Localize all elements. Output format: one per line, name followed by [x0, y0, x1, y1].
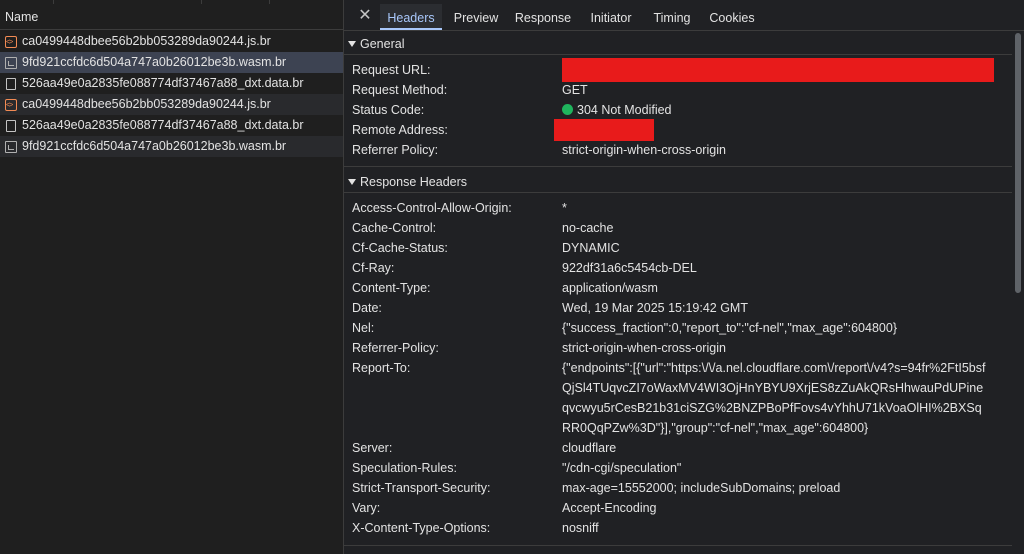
request-row-selected[interactable]: 9fd921ccfdc6d504a747a0b26012be3b.wasm.br	[0, 52, 343, 73]
header-value: max-age=15552000; includeSubDomains; pre…	[562, 481, 841, 495]
request-name: 526aa49e0a2835fe088774df37467a88_dxt.dat…	[22, 76, 304, 90]
status-ok-icon	[562, 104, 573, 116]
header-value: strict-origin-when-cross-origin	[562, 341, 726, 355]
close-icon[interactable]: ✕	[356, 7, 374, 25]
wasm-file-icon	[5, 140, 17, 153]
scrollbar-thumb[interactable]	[1015, 33, 1021, 293]
request-list-panel: Name ca0499448dbee56b2bb053289da90244.js…	[0, 0, 344, 554]
header-value: 922df31a6c5454cb-DEL	[562, 261, 697, 275]
tab-initiator[interactable]: Initiator	[583, 4, 639, 30]
header-key: Content-Type:	[352, 281, 431, 295]
header-value: Accept-Encoding	[562, 501, 657, 515]
section-divider	[344, 545, 1012, 546]
request-name: 9fd921ccfdc6d504a747a0b26012be3b.wasm.br	[22, 139, 287, 153]
tab-cookies[interactable]: Cookies	[706, 4, 758, 30]
header-value: nosniff	[562, 521, 599, 535]
header-value: "/cdn-cgi/speculation"	[562, 461, 682, 475]
request-name: 526aa49e0a2835fe088774df37467a88_dxt.dat…	[22, 118, 304, 132]
tab-response[interactable]: Response	[512, 4, 574, 30]
details-tab-bar: ✕ Headers Preview Response Initiator Tim…	[344, 4, 1024, 31]
header-key: Cf-Ray:	[352, 261, 395, 275]
header-key: Vary:	[352, 501, 381, 515]
header-value: *	[562, 201, 567, 215]
header-value-redacted	[554, 119, 994, 142]
header-key: Request URL:	[352, 63, 431, 77]
status-text: 304 Not Modified	[577, 103, 672, 117]
header-key: Cache-Control:	[352, 221, 437, 235]
triangle-down-icon	[348, 40, 356, 47]
header-value: {"endpoints":[{"url":"https:\/\/a.nel.cl…	[562, 361, 986, 435]
request-row[interactable]: ca0499448dbee56b2bb053289da90244.js.br	[0, 31, 343, 52]
header-value: {"success_fraction":0,"report_to":"cf-ne…	[562, 321, 897, 335]
header-value: Wed, 19 Mar 2025 15:19:42 GMT	[562, 301, 748, 315]
request-name: 9fd921ccfdc6d504a747a0b26012be3b.wasm.br	[22, 55, 287, 69]
header-key: Strict-Transport-Security:	[352, 481, 491, 495]
header-key: Referrer Policy:	[352, 143, 439, 157]
section-title: General	[360, 37, 405, 51]
header-key: Referrer-Policy:	[352, 341, 439, 355]
tab-timing[interactable]: Timing	[647, 4, 697, 30]
wasm-file-icon	[5, 56, 17, 69]
header-value: strict-origin-when-cross-origin	[562, 143, 726, 157]
header-key: Remote Address:	[352, 123, 448, 137]
header-value: GET	[562, 83, 588, 97]
request-list: ca0499448dbee56b2bb053289da90244.js.br 9…	[0, 31, 343, 157]
section-divider	[344, 166, 1012, 167]
header-value: cloudflare	[562, 441, 617, 455]
vertical-scrollbar[interactable]	[1012, 31, 1024, 554]
header-key: Date:	[352, 301, 382, 315]
general-section-header[interactable]: General	[344, 34, 1012, 55]
request-name: ca0499448dbee56b2bb053289da90244.js.br	[22, 34, 271, 48]
header-key: Nel:	[352, 321, 375, 335]
request-row[interactable]: ca0499448dbee56b2bb053289da90244.js.br	[0, 94, 343, 115]
header-key: X-Content-Type-Options:	[352, 521, 491, 535]
tab-preview[interactable]: Preview	[448, 4, 504, 30]
header-key: Status Code:	[352, 103, 425, 117]
document-icon	[6, 77, 16, 90]
js-file-icon	[5, 95, 17, 115]
tab-headers[interactable]: Headers	[380, 4, 442, 30]
header-value-redacted	[562, 58, 1002, 82]
header-key: Request Method:	[352, 83, 448, 97]
header-key: Cf-Cache-Status:	[352, 241, 448, 255]
request-row[interactable]: 526aa49e0a2835fe088774df37467a88_dxt.dat…	[0, 115, 343, 136]
document-icon	[6, 119, 16, 132]
header-key: Server:	[352, 441, 393, 455]
triangle-down-icon	[348, 178, 356, 185]
response-headers-section-header[interactable]: Response Headers	[344, 172, 1012, 193]
header-key: Report-To:	[352, 361, 411, 375]
status-value: 304 Not Modified	[562, 100, 1002, 120]
header-value: no-cache	[562, 221, 614, 235]
request-row[interactable]: 526aa49e0a2835fe088774df37467a88_dxt.dat…	[0, 73, 343, 94]
request-row[interactable]: 9fd921ccfdc6d504a747a0b26012be3b.wasm.br	[0, 136, 343, 157]
header-value: application/wasm	[562, 281, 658, 295]
header-key: Access-Control-Allow-Origin:	[352, 201, 512, 215]
request-details-panel: ✕ Headers Preview Response Initiator Tim…	[344, 0, 1024, 554]
name-column-header[interactable]: Name	[0, 4, 343, 30]
js-file-icon	[5, 32, 17, 52]
header-value: DYNAMIC	[562, 241, 620, 255]
section-title: Response Headers	[360, 175, 468, 189]
request-name: ca0499448dbee56b2bb053289da90244.js.br	[22, 97, 271, 111]
header-key: Speculation-Rules:	[352, 461, 457, 475]
